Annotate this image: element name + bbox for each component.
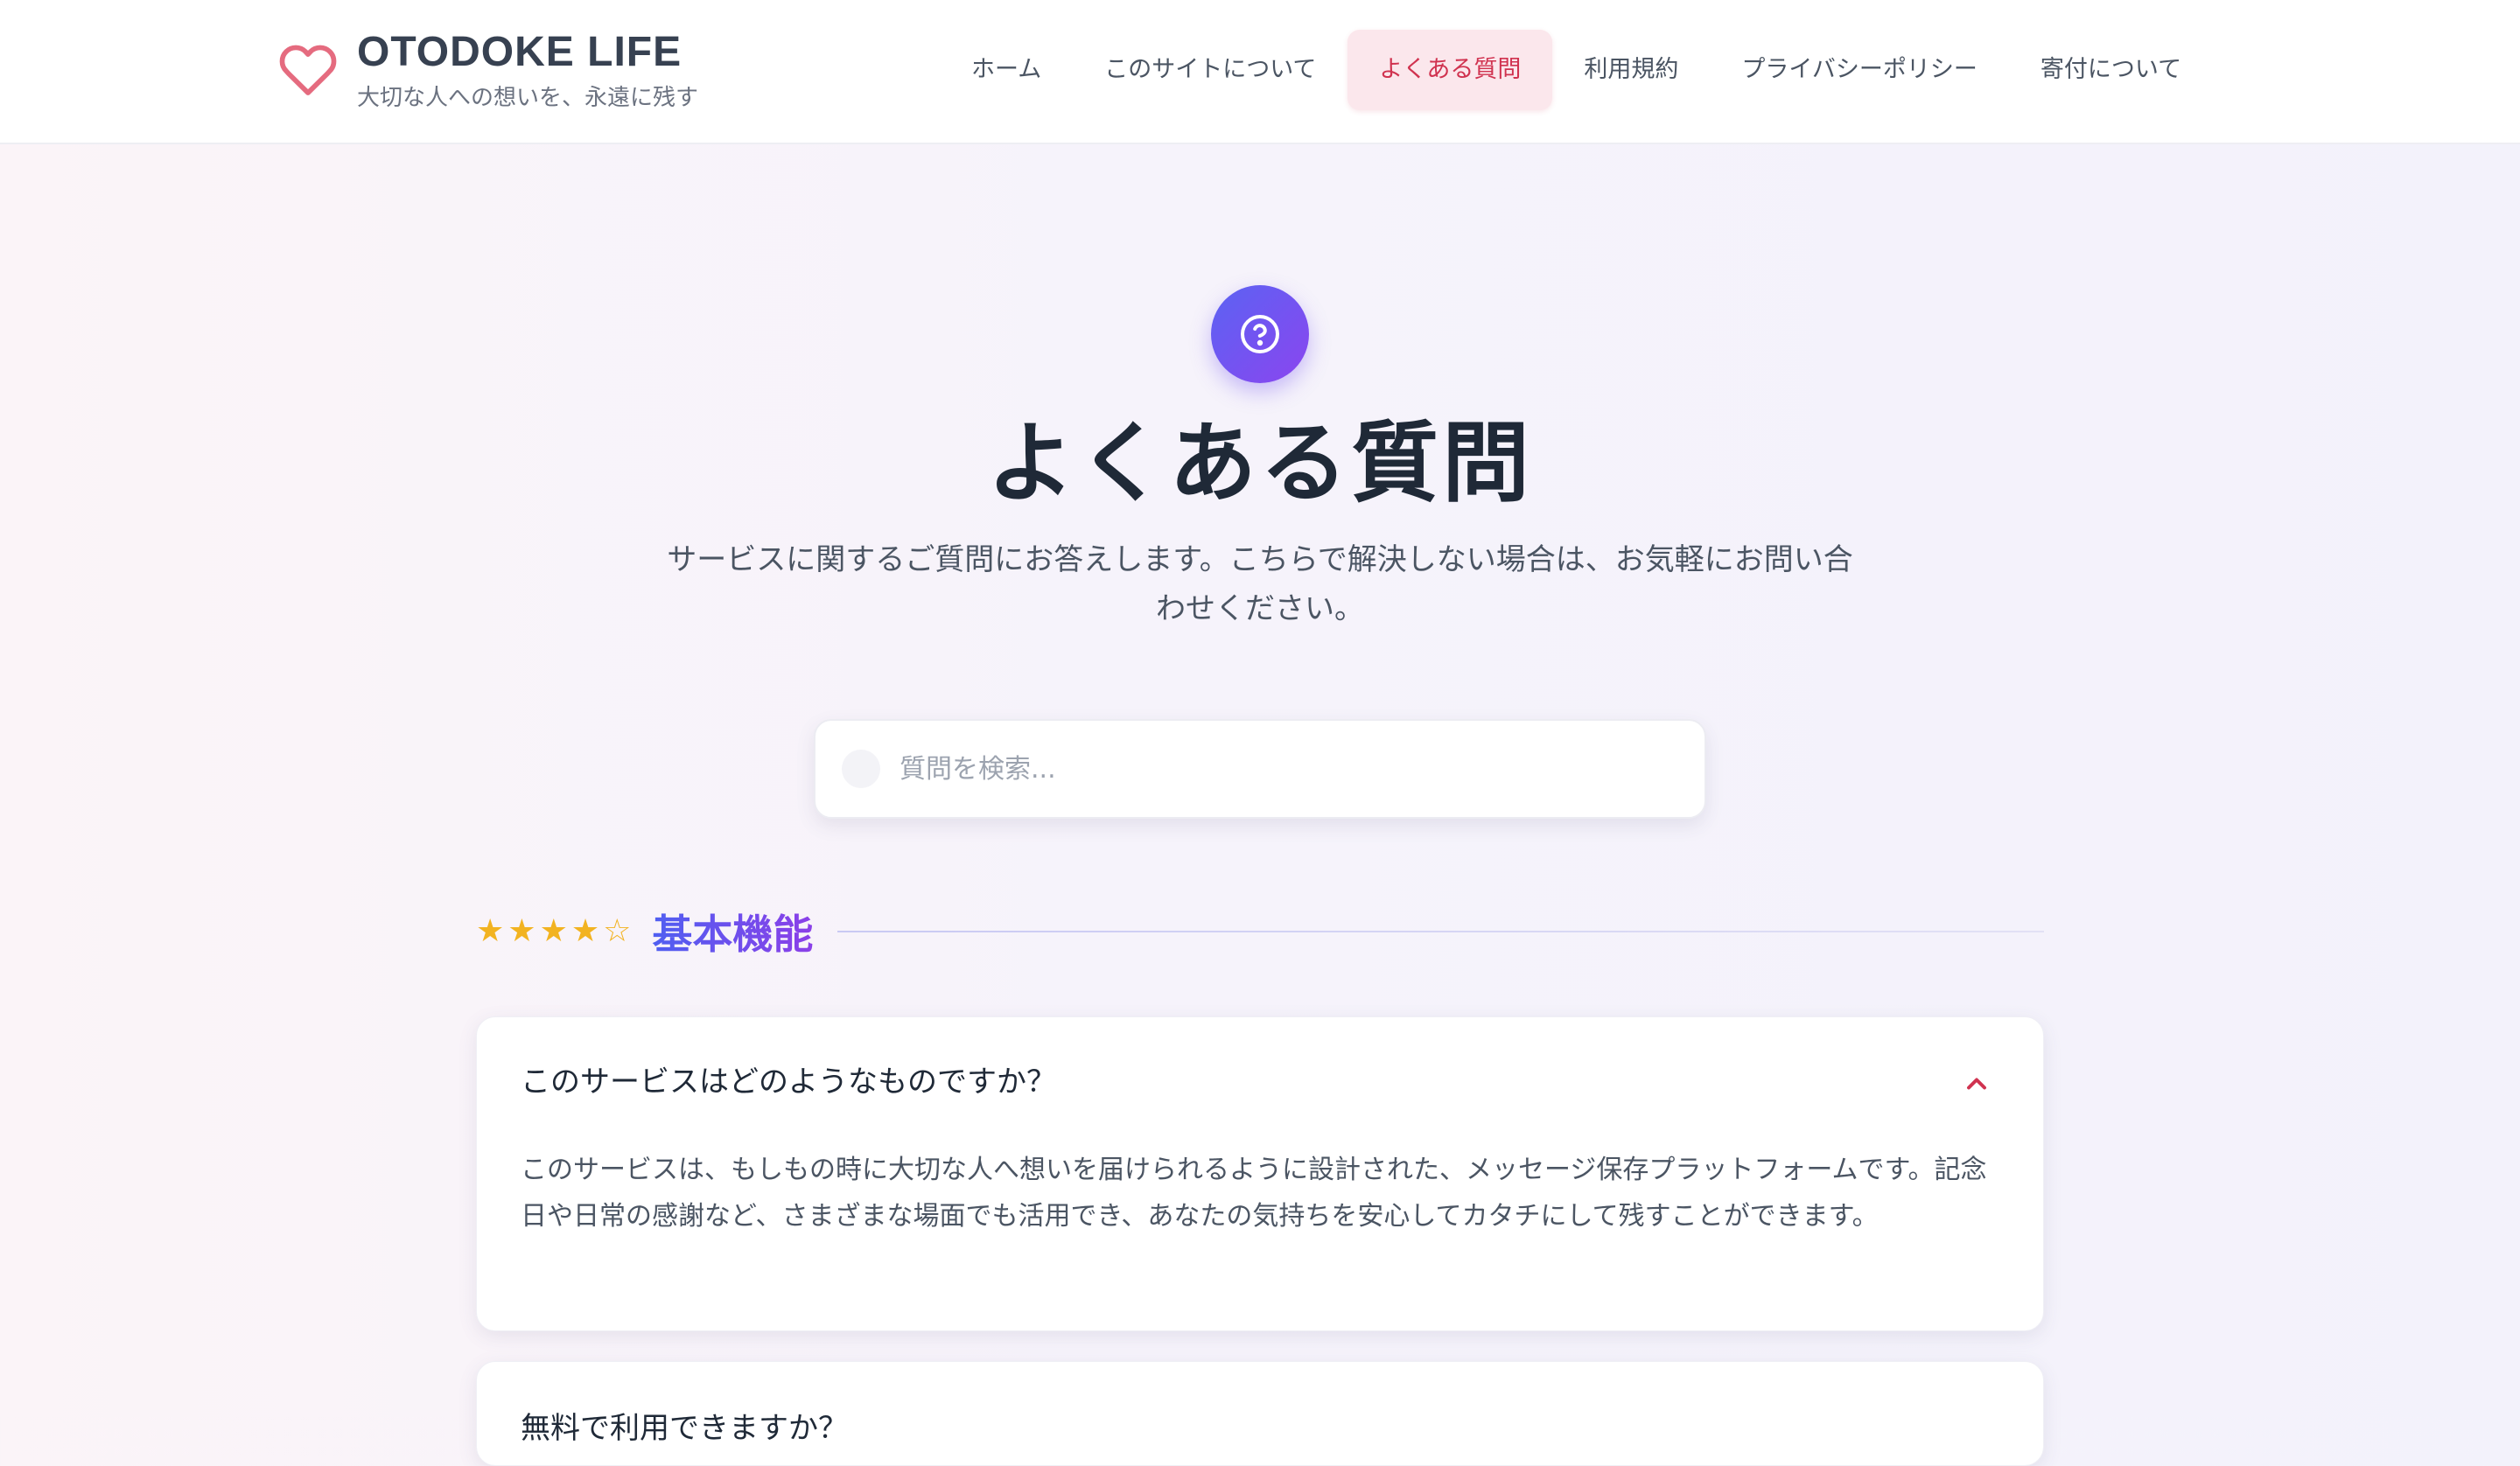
chevron-up-icon[interactable]	[1961, 1068, 1992, 1100]
site-header: OTODOKE LIFE 大切な人への想いを、永遠に残す ホーム このサイトにつ…	[0, 0, 2520, 144]
main-nav: ホーム このサイトについて よくある質問 利用規約 プライバシーポリシー 寄付に…	[940, 30, 2213, 110]
star-filled-icon: ★	[476, 913, 505, 949]
star-filled-icon: ★	[539, 913, 568, 949]
category-rating: ★ ★ ★ ★ ☆	[476, 916, 634, 947]
star-filled-icon: ★	[508, 913, 536, 949]
faq-item[interactable]: このサービスはどのようなものですか？ このサービスは、もしもの時に大切な人へ想い…	[476, 1016, 2044, 1331]
divider	[837, 931, 2044, 932]
nav-item-faq[interactable]: よくある質問	[1348, 30, 1553, 110]
faq-question[interactable]: このサービスはどのようなものですか？	[521, 1061, 1056, 1103]
star-empty-icon: ☆	[603, 913, 632, 949]
heart-outline-icon	[279, 45, 337, 95]
search-icon	[842, 750, 880, 788]
nav-item-terms[interactable]: 利用規約	[1552, 30, 1710, 110]
faq-search-box	[814, 719, 1706, 819]
faq-item[interactable]: 無料で利用できますか？	[476, 1361, 2044, 1466]
page-description: サービスに関するご質問にお答えします。こちらで解決しない場合は、お気軽にお問い合…	[667, 542, 1853, 626]
faq-answer: このサービスは、もしもの時に大切な人へ想いを届けられるように設計された、メッセー…	[521, 1155, 1987, 1232]
brand-tagline: 大切な人への想いを、永遠に残す	[357, 85, 699, 111]
brand-title: OTODOKE LIFE	[357, 29, 682, 75]
nav-item-about[interactable]: このサイトについて	[1073, 30, 1348, 110]
nav-item-home[interactable]: ホーム	[940, 30, 1073, 110]
question-circle-icon	[1211, 285, 1309, 383]
category-heading: ★ ★ ★ ★ ☆ 基本機能	[476, 901, 2044, 962]
star-filled-icon: ★	[570, 913, 600, 949]
brand-logo[interactable]: OTODOKE LIFE 大切な人への想いを、永遠に残す	[278, 28, 698, 114]
search-input[interactable]	[900, 753, 1687, 785]
category-title: 基本機能	[652, 903, 813, 960]
faq-question[interactable]: 無料で利用できますか？	[521, 1407, 848, 1449]
nav-item-donation[interactable]: 寄付について	[2009, 30, 2213, 110]
page-title: よくある質問	[987, 412, 1533, 514]
nav-item-privacy[interactable]: プライバシーポリシー	[1710, 30, 2008, 110]
